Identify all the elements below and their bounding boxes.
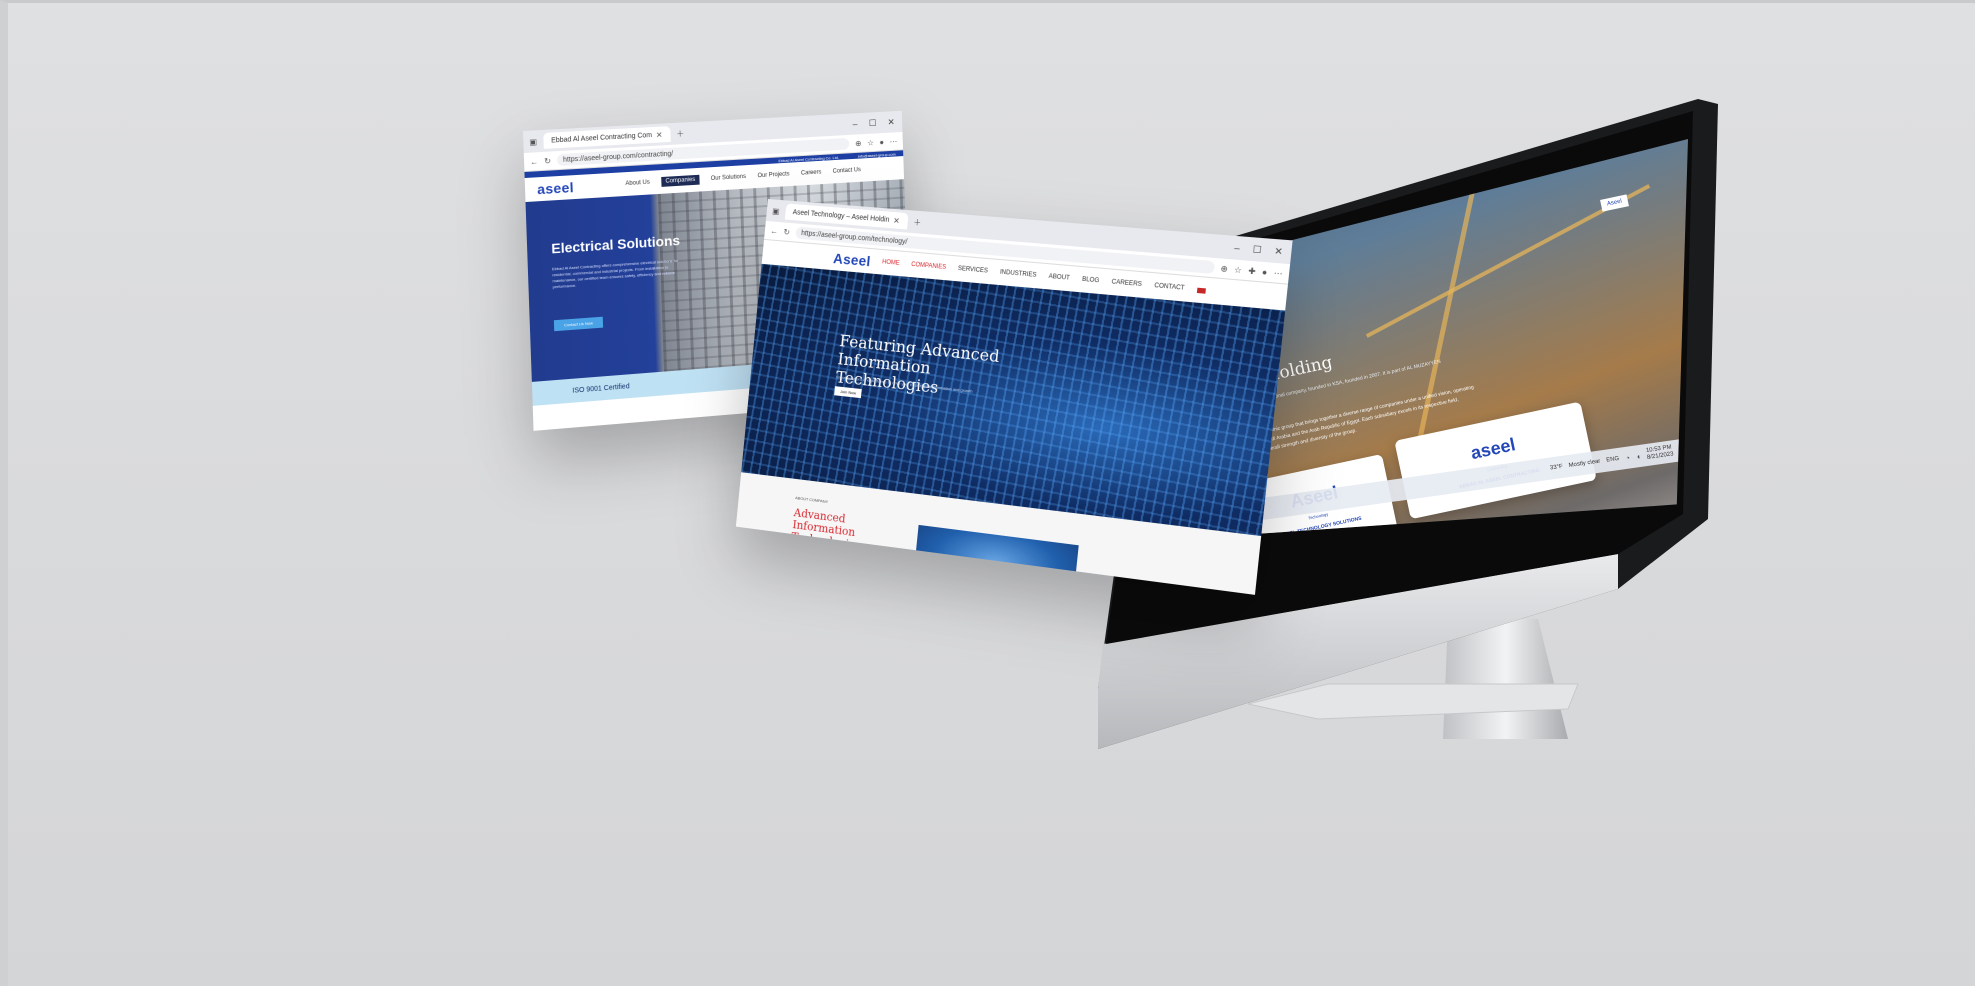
extensions-icon[interactable]: ✚ [1248,266,1256,276]
zoom-icon[interactable]: ⊕ [855,139,862,148]
contact-now-button[interactable]: Contact Us Now [554,317,603,331]
maximize-icon[interactable]: ☐ [1252,243,1262,256]
back-icon[interactable]: ← [770,226,778,236]
window-controls: – ☐ ✕ [1234,242,1292,258]
refresh-icon[interactable]: ↻ [783,227,790,237]
wifi-icon[interactable]: ◔ [1625,453,1631,463]
volume-icon[interactable]: ◖ [1635,451,1641,461]
profile-icon[interactable]: ● [879,137,884,146]
nav-industries[interactable]: INDUSTRIES [1000,269,1037,278]
nav-solutions[interactable]: Our Solutions [711,174,746,182]
nav-blog[interactable]: BLOG [1082,277,1100,285]
weather-temp[interactable]: 33°F [1550,464,1563,472]
new-tab-icon[interactable]: ＋ [676,128,684,139]
iso-label: ISO 9001 Certified [572,383,629,394]
join-now-button[interactable]: Join Now [834,386,862,398]
nav-companies[interactable]: COMPANIES [911,262,946,271]
about-image [911,525,1078,595]
nav-companies[interactable]: Companies [661,175,699,187]
tab-actions-icon[interactable]: ▣ [529,137,537,146]
tab-title: Ebbad Al Aseel Contracting Com [551,132,652,144]
new-tab-icon[interactable]: ＋ [913,216,922,228]
more-menu-icon[interactable]: ⋯ [1273,268,1283,278]
minimize-icon[interactable]: – [1234,242,1241,254]
nav-contact[interactable]: Contact Us [833,167,861,174]
card-contracting-logo: aseel [1469,434,1517,464]
refresh-icon[interactable]: ↻ [544,156,551,165]
url-text: https://aseel-group.com/contracting/ [563,150,673,163]
aseel-logo[interactable]: Aseel [833,250,872,269]
hero-text: Ebbad Al Aseel Contracting offers compre… [552,258,682,291]
tab-actions-icon[interactable]: ▣ [772,206,780,216]
close-tab-icon[interactable]: ✕ [656,130,663,139]
technology-window-wrapper: ▣ Aseel Technology – Aseel Holdin ✕ ＋ – … [768,199,1328,619]
back-icon[interactable]: ← [530,157,538,166]
nav-about[interactable]: About Us [625,180,650,187]
nav-projects[interactable]: Our Projects [757,171,789,179]
language-flag-icon[interactable] [1197,287,1206,293]
window-controls: – ☐ ✕ [852,116,902,129]
url-text: https://aseel-group.com/technology/ [801,229,908,245]
zoom-icon[interactable]: ⊕ [1220,263,1228,273]
close-window-icon[interactable]: ✕ [1274,245,1283,258]
favorite-star-icon[interactable]: ☆ [1234,264,1243,274]
maximize-icon[interactable]: ☐ [868,117,876,128]
more-menu-icon[interactable]: ⋯ [890,137,898,146]
technology-browser-window: ▣ Aseel Technology – Aseel Holdin ✕ ＋ – … [736,199,1293,595]
close-window-icon[interactable]: ✕ [887,116,894,127]
about-title: Advanced Information Technologies [791,507,909,558]
nav-careers[interactable]: CAREERS [1111,279,1142,288]
hero-title: Electrical Solutions [551,232,680,256]
about-eyebrow: ABOUT COMPANY [795,495,828,504]
profile-icon[interactable]: ● [1262,267,1268,277]
mockup-stage: ▣ Ebbad Al Aseel Contracting Com ✕ ＋ – ☐… [0,0,1975,986]
nav-contact[interactable]: CONTACT [1154,283,1185,292]
nav-home[interactable]: HOME [882,259,900,267]
clock[interactable]: 10:53 PM 8/21/2023 [1646,444,1674,462]
nav-services[interactable]: SERVICES [958,266,989,275]
minimize-icon[interactable]: – [852,118,857,129]
weather-text: Mostly clear [1568,459,1601,469]
close-tab-icon[interactable]: ✕ [893,216,900,226]
language-indicator[interactable]: ENG [1606,456,1620,464]
aseel-logo[interactable]: aseel [537,179,574,197]
nav-careers[interactable]: Careers [801,170,822,177]
nav-about[interactable]: ABOUT [1048,274,1070,282]
tab-title: Aseel Technology – Aseel Holdin [792,209,889,224]
favorite-star-icon[interactable]: ☆ [867,138,874,147]
